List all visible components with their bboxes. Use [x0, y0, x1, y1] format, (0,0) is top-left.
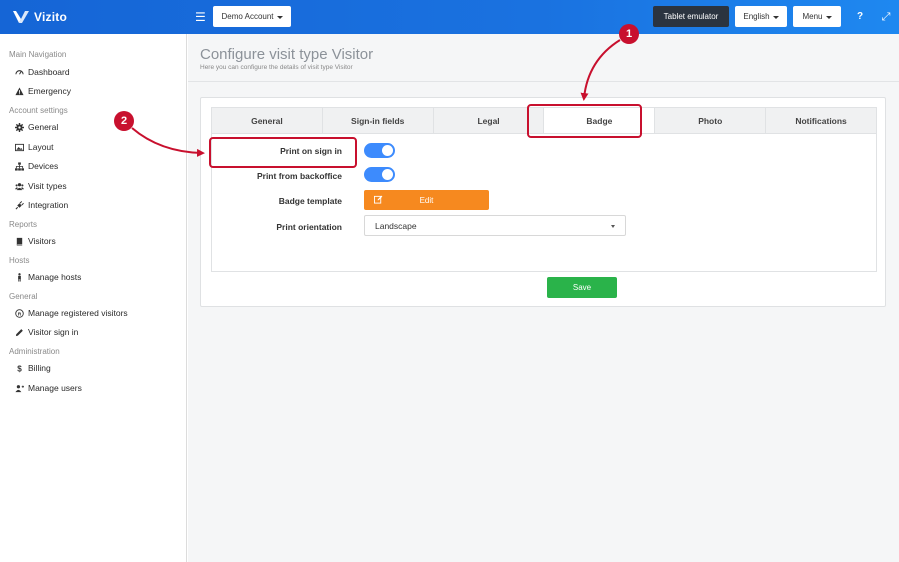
sidebar-item-label: Manage hosts	[28, 272, 82, 282]
logo-text: Vizito	[34, 10, 67, 24]
vizito-logo-icon	[13, 11, 29, 23]
edit-badge-template-button[interactable]: Edit	[364, 190, 489, 210]
svg-text:R: R	[17, 311, 21, 317]
sidebar-item-label: Manage users	[28, 383, 82, 393]
sidebar-item-layout[interactable]: Layout	[14, 142, 54, 152]
print-orientation-value: Landscape	[375, 220, 417, 231]
caret-down-icon	[276, 15, 283, 19]
sidebar-item-general[interactable]: General	[14, 122, 58, 132]
tablet-emulator-label: Tablet emulator	[663, 12, 719, 21]
annotation-badge-2: 2	[114, 111, 134, 131]
book-icon	[14, 236, 24, 246]
caret-down-icon	[825, 15, 832, 19]
account-label: Demo Account	[221, 12, 274, 21]
print-orientation-select[interactable]: Landscape	[364, 215, 626, 236]
tab-photo[interactable]: Photo	[655, 108, 767, 133]
sidebar-item-devices[interactable]: Devices	[14, 161, 58, 171]
sidebar-item-emergency[interactable]: Emergency	[14, 86, 71, 96]
nav-heading: Account settings	[9, 106, 68, 115]
print-from-backoffice-toggle[interactable]	[364, 167, 395, 182]
edit-icon	[374, 195, 384, 206]
nav-heading: Administration	[9, 347, 60, 356]
sidebar-item-manage-registered-visitors[interactable]: R Manage registered visitors	[14, 308, 128, 318]
sidebar-item-visitor-sign-in[interactable]: Visitor sign in	[14, 327, 78, 337]
save-button[interactable]: Save	[547, 277, 617, 298]
divider	[188, 81, 899, 82]
dollar-icon: $	[14, 363, 24, 373]
sidebar-item-visit-types[interactable]: Visit types	[14, 181, 67, 191]
sidebar-item-manage-hosts[interactable]: Manage hosts	[14, 272, 81, 282]
users-icon	[14, 181, 24, 191]
logo[interactable]: Vizito	[12, 9, 67, 25]
sidebar: Main Navigation Dashboard Emergency Acco…	[0, 34, 187, 562]
svg-text:$: $	[17, 364, 22, 372]
menu-dropdown-button[interactable]: Menu	[793, 6, 841, 27]
nav-heading: General	[9, 292, 38, 301]
plug-icon	[14, 200, 24, 210]
sidebar-item-label: Devices	[28, 161, 59, 171]
page-subtitle: Here you can configure the details of vi…	[200, 64, 353, 71]
nav-heading: Main Navigation	[9, 50, 67, 59]
tab-notifications[interactable]: Notifications	[766, 108, 876, 133]
user-plus-icon	[14, 383, 24, 393]
page-title: Configure visit type Visitor	[200, 46, 374, 63]
account-dropdown-button[interactable]: Demo Account	[213, 6, 291, 27]
language-label: English	[743, 12, 770, 21]
sidebar-item-label: Visit types	[28, 181, 67, 191]
sidebar-item-dashboard[interactable]: Dashboard	[14, 67, 70, 77]
registered-icon: R	[14, 308, 24, 318]
expand-icon[interactable]: ⤢	[879, 10, 893, 24]
nav-heading: Reports	[9, 220, 38, 229]
menu-label: Menu	[802, 12, 823, 21]
image-icon	[14, 142, 24, 152]
gauge-icon	[14, 67, 24, 77]
print-from-backoffice-label: Print from backoffice	[256, 171, 342, 181]
caret-down-icon	[772, 15, 779, 19]
sidebar-item-label: Visitors	[28, 236, 56, 246]
sidebar-item-billing[interactable]: $ Billing	[14, 363, 51, 373]
sidebar-item-label: Visitor sign in	[28, 327, 79, 337]
male-icon	[14, 272, 24, 282]
hamburger-menu-icon[interactable]: ☰	[195, 11, 206, 23]
sidebar-item-label: Integration	[28, 200, 69, 210]
badge-tab-highlight	[527, 104, 642, 138]
toggle-knob	[382, 145, 393, 156]
caret-down-icon	[611, 225, 615, 228]
sidebar-item-integration[interactable]: Integration	[14, 200, 68, 210]
sidebar-item-label: Emergency	[28, 86, 71, 96]
sidebar-item-label: Layout	[28, 142, 54, 152]
toggle-knob	[382, 169, 393, 180]
sidebar-item-label: General	[28, 122, 59, 132]
pencil-icon	[14, 327, 24, 337]
tablet-emulator-button[interactable]: Tablet emulator	[653, 6, 729, 27]
help-icon[interactable]: ?	[853, 10, 867, 24]
print-on-sign-in-highlight	[209, 137, 357, 168]
tab-general[interactable]: General	[212, 108, 323, 133]
top-bar: Vizito ☰ Demo Account Tablet emulator En…	[0, 0, 899, 34]
warning-icon	[14, 86, 24, 96]
sidebar-item-label: Manage registered visitors	[28, 308, 128, 318]
sidebar-item-visitors[interactable]: Visitors	[14, 236, 56, 246]
edit-label: Edit	[419, 195, 434, 205]
badge-template-label: Badge template	[278, 196, 342, 206]
save-label: Save	[572, 283, 592, 292]
language-dropdown-button[interactable]: English	[735, 6, 787, 27]
print-orientation-label: Print orientation	[276, 222, 342, 232]
annotation-badge-1: 1	[619, 24, 639, 44]
sitemap-icon	[14, 161, 24, 171]
sidebar-item-manage-users[interactable]: Manage users	[14, 383, 82, 393]
tab-sign-in-fields[interactable]: Sign-in fields	[323, 108, 434, 133]
gear-icon	[14, 122, 24, 132]
sidebar-item-label: Billing	[28, 363, 51, 373]
print-on-sign-in-toggle[interactable]	[364, 143, 395, 158]
sidebar-item-label: Dashboard	[28, 67, 70, 77]
nav-heading: Hosts	[9, 256, 30, 265]
